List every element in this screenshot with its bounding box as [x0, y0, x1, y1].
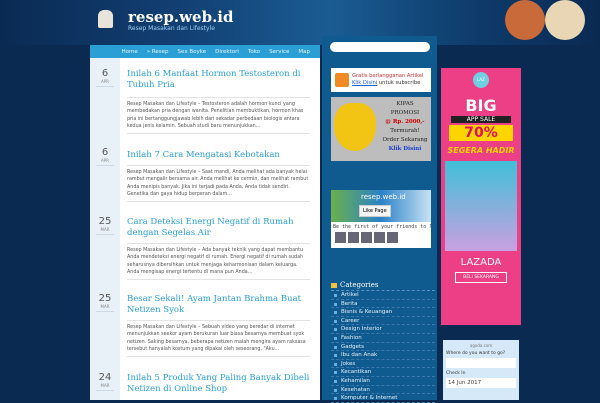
- destination-input[interactable]: [446, 358, 516, 368]
- rss-text: Gratis berlangganan Artikel: [352, 73, 424, 79]
- lazada-brand: LAZADA: [460, 257, 502, 268]
- ad-discount: 70%: [449, 125, 513, 141]
- fb-friend-avatars: [331, 232, 431, 243]
- category-link[interactable]: Artikel: [331, 291, 435, 300]
- ad-sale-text: APP SALE: [451, 116, 511, 123]
- rss-suffix: untuk subscribe: [377, 80, 421, 86]
- checkin-label: Check In: [446, 371, 466, 376]
- nav-resep[interactable]: » Resep: [147, 49, 169, 55]
- post-excerpt: Resep Masakan dan Lifestyle – Sebuah vid…: [127, 320, 310, 358]
- category-link[interactable]: Kehamilan: [331, 377, 435, 386]
- agoda-brand: agoda.com: [469, 343, 493, 348]
- folder-icon: [331, 282, 337, 288]
- post-list: 6 APR Inilah 6 Manfaat Hormon Testosteron…: [90, 58, 320, 400]
- destination-label: Where do you want to go?: [446, 351, 506, 356]
- food-image: [505, 0, 545, 40]
- post-excerpt: Resep Masakan dan Lifestyle – Ada banyak…: [127, 243, 310, 281]
- post-title[interactable]: Inilah 6 Manfaat Hormon Testosteron di T…: [127, 69, 312, 91]
- chef-hat-icon: [98, 10, 113, 28]
- promo-line: PROMOSI: [390, 110, 420, 116]
- nav-toko[interactable]: Toko: [248, 49, 260, 55]
- promo-line: KIPAS: [396, 101, 414, 107]
- post-date: 6 APR: [90, 147, 120, 166]
- promo-price: @ Rp. 2000,-: [385, 119, 425, 125]
- post-date: 24 MAR: [90, 372, 120, 391]
- post-title[interactable]: Inilah 5 Produk Yang Paling Banyak Dibel…: [127, 373, 312, 395]
- fb-friends-text: Be the first of your friends to like thi…: [333, 224, 431, 230]
- post-date: 25 MAR: [90, 216, 120, 235]
- food-image: [545, 0, 585, 40]
- hand-fan-image: [334, 103, 376, 151]
- fb-like-button[interactable]: Like Page: [359, 205, 391, 217]
- category-link[interactable]: Kesehatan: [331, 386, 435, 395]
- post-title[interactable]: Inilah 7 Cara Mengatasi Kebotakan: [127, 150, 312, 161]
- category-link[interactable]: Ibu dan Anak: [331, 351, 435, 360]
- hotel-search-widget: agoda.com Where do you want to go? Check…: [443, 340, 519, 400]
- fb-page-name[interactable]: resep.web.id: [361, 193, 406, 201]
- category-link[interactable]: Bisnis & Keuangan: [331, 308, 435, 317]
- lazada-logo: LAZ: [473, 72, 489, 88]
- category-link[interactable]: Komputer & Internet: [331, 394, 435, 403]
- nav-map[interactable]: Map: [298, 49, 310, 55]
- categories-heading: Categories: [331, 281, 435, 291]
- category-link[interactable]: Kecantikan: [331, 368, 435, 377]
- category-link[interactable]: Berita: [331, 300, 435, 309]
- post-date: 6 APR: [90, 68, 120, 87]
- buy-now-button[interactable]: BELI SEKARANG: [455, 272, 507, 283]
- category-link[interactable]: Career: [331, 317, 435, 326]
- post-excerpt: Resep Masakan dan Lifestyle – Testostero…: [127, 97, 310, 135]
- promo-line: Termurah!: [390, 128, 420, 134]
- ad-products-image: [445, 161, 517, 251]
- ad-segera-hadir: SEGERA HADIR: [447, 146, 515, 155]
- lazada-ad-banner[interactable]: LAZ BIG APP SALE 70% SEGERA HADIR LAZADA…: [441, 68, 521, 325]
- site-title[interactable]: resep.web.id: [128, 8, 234, 26]
- post-title[interactable]: Cara Deteksi Energi Negatif di Rumah den…: [127, 217, 312, 239]
- promo-line: Order Sekarang: [382, 137, 428, 143]
- category-link[interactable]: Gadgets: [331, 343, 435, 352]
- categories-widget: Categories Artikel Berita Bisnis & Keuanga…: [331, 281, 435, 403]
- category-link[interactable]: Fashion: [331, 334, 435, 343]
- category-link[interactable]: Jokes: [331, 360, 435, 369]
- main-nav: Home » Resep Sex Boyke Direktori Toko Se…: [90, 45, 320, 58]
- facebook-page-widget: resep.web.id Like Page Be the first of y…: [331, 190, 431, 248]
- promo-link[interactable]: Klik Disini: [379, 145, 431, 154]
- checkin-date-input[interactable]: 14 Jun 2017: [446, 378, 516, 388]
- nav-sex-boyke[interactable]: Sex Boyke: [178, 49, 207, 55]
- site-tagline: Resep Masakan dan Lifestyle: [128, 25, 215, 32]
- nav-home[interactable]: Home: [121, 49, 137, 55]
- post-excerpt: Resep Masakan dan Lifestyle – Saat mandi…: [127, 165, 310, 203]
- post-title[interactable]: Besar Sekali! Ayam Jantan Brahma Buat Ne…: [127, 294, 312, 316]
- site-header: resep.web.id Resep Masakan dan Lifestyle: [0, 0, 600, 45]
- rss-subscribe-widget: Gratis berlangganan Artikel Klik Disini u…: [331, 68, 431, 92]
- ad-big-text: BIG: [465, 96, 497, 115]
- nav-service[interactable]: Service: [269, 49, 289, 55]
- category-link[interactable]: Design Interior: [331, 325, 435, 334]
- post-date: 25 MAR: [90, 293, 120, 312]
- rss-icon: [335, 73, 349, 87]
- rss-subscribe-link[interactable]: Klik Disini: [352, 80, 377, 86]
- search-input[interactable]: [330, 42, 430, 52]
- nav-direktori[interactable]: Direktori: [215, 49, 239, 55]
- kipas-promo-banner[interactable]: KIPAS PROMOSI @ Rp. 2000,- Termurah! Ord…: [331, 97, 431, 161]
